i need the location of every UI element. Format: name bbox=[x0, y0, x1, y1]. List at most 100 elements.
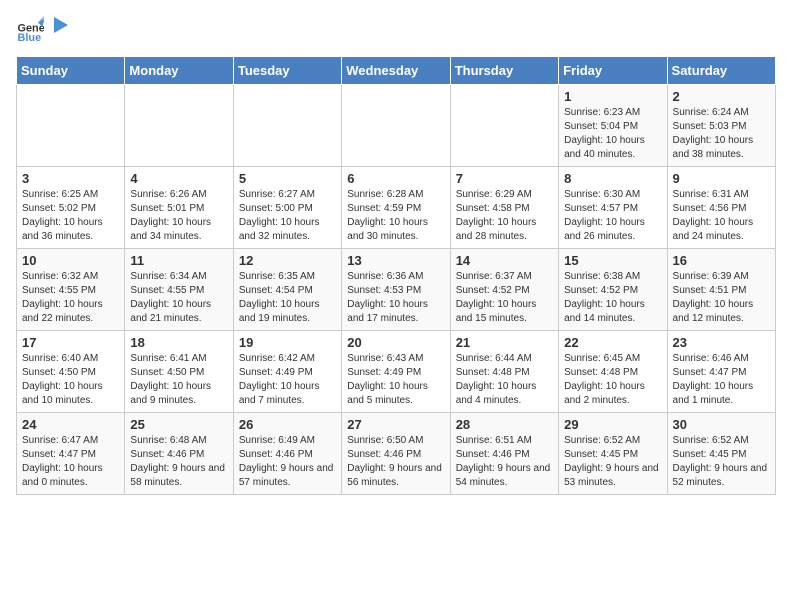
calendar-week-3: 10Sunrise: 6:32 AMSunset: 4:55 PMDayligh… bbox=[17, 249, 776, 331]
logo-icon: General Blue bbox=[16, 16, 44, 44]
day-number: 12 bbox=[239, 253, 336, 268]
calendar-cell: 6 Sunrise: 6:28 AMSunset: 4:59 PMDaylight… bbox=[342, 167, 450, 249]
day-number: 23 bbox=[673, 335, 770, 350]
day-number: 22 bbox=[564, 335, 661, 350]
day-number: 15 bbox=[564, 253, 661, 268]
day-number: 25 bbox=[130, 417, 227, 432]
day-number: 26 bbox=[239, 417, 336, 432]
day-info: Sunrise: 6:30 AMSunset: 4:57 PMDaylight:… bbox=[564, 188, 661, 244]
calendar-cell: 13 Sunrise: 6:36 AMSunset: 4:53 PMDayligh… bbox=[342, 249, 450, 331]
calendar-cell: 30 Sunrise: 6:52 AMSunset: 4:45 PMDayligh… bbox=[667, 413, 775, 495]
calendar-cell: 11 Sunrise: 6:34 AMSunset: 4:55 PMDayligh… bbox=[125, 249, 233, 331]
day-number: 20 bbox=[347, 335, 444, 350]
day-number: 8 bbox=[564, 171, 661, 186]
calendar-cell: 7 Sunrise: 6:29 AMSunset: 4:58 PMDaylight… bbox=[450, 167, 558, 249]
day-info: Sunrise: 6:31 AMSunset: 4:56 PMDaylight:… bbox=[673, 188, 770, 244]
calendar-week-5: 24 Sunrise: 6:47 AMSunset: 4:47 PMDayligh… bbox=[17, 413, 776, 495]
calendar-cell: 15 Sunrise: 6:38 AMSunset: 4:52 PMDayligh… bbox=[559, 249, 667, 331]
calendar-cell: 29 Sunrise: 6:52 AMSunset: 4:45 PMDayligh… bbox=[559, 413, 667, 495]
day-info: Sunrise: 6:24 AMSunset: 5:03 PMDaylight:… bbox=[673, 106, 770, 162]
day-number: 4 bbox=[130, 171, 227, 186]
calendar-cell bbox=[125, 85, 233, 167]
day-info: Sunrise: 6:28 AMSunset: 4:59 PMDaylight:… bbox=[347, 188, 444, 244]
day-info: Sunrise: 6:48 AMSunset: 4:46 PMDaylight:… bbox=[130, 434, 227, 490]
day-info: Sunrise: 6:29 AMSunset: 4:58 PMDaylight:… bbox=[456, 188, 553, 244]
calendar-cell: 24 Sunrise: 6:47 AMSunset: 4:47 PMDayligh… bbox=[17, 413, 125, 495]
calendar-cell: 28Sunrise: 6:51 AMSunset: 4:46 PMDayligh… bbox=[450, 413, 558, 495]
page-header: General Blue bbox=[16, 16, 776, 44]
day-info: Sunrise: 6:41 AMSunset: 4:50 PMDaylight:… bbox=[130, 352, 227, 408]
day-number: 5 bbox=[239, 171, 336, 186]
day-info: Sunrise: 6:37 AMSunset: 4:52 PMDaylight:… bbox=[456, 270, 553, 326]
logo-arrow-icon bbox=[48, 15, 70, 37]
calendar-cell: 9Sunrise: 6:31 AMSunset: 4:56 PMDaylight… bbox=[667, 167, 775, 249]
day-number: 24 bbox=[22, 417, 119, 432]
calendar-cell: 21Sunrise: 6:44 AMSunset: 4:48 PMDayligh… bbox=[450, 331, 558, 413]
calendar-body: 1Sunrise: 6:23 AMSunset: 5:04 PMDaylight… bbox=[17, 85, 776, 495]
calendar-cell: 27 Sunrise: 6:50 AMSunset: 4:46 PMDayligh… bbox=[342, 413, 450, 495]
calendar-cell: 23 Sunrise: 6:46 AMSunset: 4:47 PMDayligh… bbox=[667, 331, 775, 413]
day-number: 7 bbox=[456, 171, 553, 186]
day-info: Sunrise: 6:40 AMSunset: 4:50 PMDaylight:… bbox=[22, 352, 119, 408]
calendar-cell bbox=[17, 85, 125, 167]
day-number: 10 bbox=[22, 253, 119, 268]
calendar-table: SundayMondayTuesdayWednesdayThursdayFrid… bbox=[16, 56, 776, 495]
day-number: 27 bbox=[347, 417, 444, 432]
day-info: Sunrise: 6:39 AMSunset: 4:51 PMDaylight:… bbox=[673, 270, 770, 326]
day-number: 30 bbox=[673, 417, 770, 432]
day-number: 13 bbox=[347, 253, 444, 268]
day-info: Sunrise: 6:38 AMSunset: 4:52 PMDaylight:… bbox=[564, 270, 661, 326]
header-row: SundayMondayTuesdayWednesdayThursdayFrid… bbox=[17, 57, 776, 85]
day-info: Sunrise: 6:34 AMSunset: 4:55 PMDaylight:… bbox=[130, 270, 227, 326]
day-info: Sunrise: 6:36 AMSunset: 4:53 PMDaylight:… bbox=[347, 270, 444, 326]
day-number: 21 bbox=[456, 335, 553, 350]
day-number: 6 bbox=[347, 171, 444, 186]
calendar-cell: 12 Sunrise: 6:35 AMSunset: 4:54 PMDayligh… bbox=[233, 249, 341, 331]
calendar-cell: 20 Sunrise: 6:43 AMSunset: 4:49 PMDayligh… bbox=[342, 331, 450, 413]
calendar-cell: 4Sunrise: 6:26 AMSunset: 5:01 PMDaylight… bbox=[125, 167, 233, 249]
day-info: Sunrise: 6:42 AMSunset: 4:49 PMDaylight:… bbox=[239, 352, 336, 408]
header-day-monday: Monday bbox=[125, 57, 233, 85]
header-day-tuesday: Tuesday bbox=[233, 57, 341, 85]
calendar-cell bbox=[450, 85, 558, 167]
calendar-cell bbox=[342, 85, 450, 167]
day-number: 29 bbox=[564, 417, 661, 432]
calendar-cell: 16 Sunrise: 6:39 AMSunset: 4:51 PMDayligh… bbox=[667, 249, 775, 331]
header-day-friday: Friday bbox=[559, 57, 667, 85]
day-info: Sunrise: 6:52 AMSunset: 4:45 PMDaylight:… bbox=[673, 434, 770, 490]
day-number: 28 bbox=[456, 417, 553, 432]
calendar-cell: 14 Sunrise: 6:37 AMSunset: 4:52 PMDayligh… bbox=[450, 249, 558, 331]
calendar-cell: 18 Sunrise: 6:41 AMSunset: 4:50 PMDayligh… bbox=[125, 331, 233, 413]
calendar-cell: 17 Sunrise: 6:40 AMSunset: 4:50 PMDayligh… bbox=[17, 331, 125, 413]
day-number: 16 bbox=[673, 253, 770, 268]
day-number: 11 bbox=[130, 253, 227, 268]
day-info: Sunrise: 6:25 AMSunset: 5:02 PMDaylight:… bbox=[22, 188, 119, 244]
calendar-cell: 10Sunrise: 6:32 AMSunset: 4:55 PMDayligh… bbox=[17, 249, 125, 331]
day-number: 19 bbox=[239, 335, 336, 350]
day-info: Sunrise: 6:23 AMSunset: 5:04 PMDaylight:… bbox=[564, 106, 661, 162]
day-info: Sunrise: 6:49 AMSunset: 4:46 PMDaylight:… bbox=[239, 434, 336, 490]
header-day-wednesday: Wednesday bbox=[342, 57, 450, 85]
calendar-cell: 22Sunrise: 6:45 AMSunset: 4:48 PMDayligh… bbox=[559, 331, 667, 413]
calendar-cell bbox=[233, 85, 341, 167]
day-info: Sunrise: 6:47 AMSunset: 4:47 PMDaylight:… bbox=[22, 434, 119, 490]
day-info: Sunrise: 6:35 AMSunset: 4:54 PMDaylight:… bbox=[239, 270, 336, 326]
calendar-cell: 26 Sunrise: 6:49 AMSunset: 4:46 PMDayligh… bbox=[233, 413, 341, 495]
header-day-saturday: Saturday bbox=[667, 57, 775, 85]
calendar-week-2: 3 Sunrise: 6:25 AMSunset: 5:02 PMDaylight… bbox=[17, 167, 776, 249]
day-info: Sunrise: 6:43 AMSunset: 4:49 PMDaylight:… bbox=[347, 352, 444, 408]
day-info: Sunrise: 6:52 AMSunset: 4:45 PMDaylight:… bbox=[564, 434, 661, 490]
day-number: 14 bbox=[456, 253, 553, 268]
calendar-cell: 2Sunrise: 6:24 AMSunset: 5:03 PMDaylight… bbox=[667, 85, 775, 167]
day-number: 3 bbox=[22, 171, 119, 186]
calendar-cell: 25 Sunrise: 6:48 AMSunset: 4:46 PMDayligh… bbox=[125, 413, 233, 495]
day-number: 17 bbox=[22, 335, 119, 350]
calendar-cell: 19 Sunrise: 6:42 AMSunset: 4:49 PMDayligh… bbox=[233, 331, 341, 413]
day-info: Sunrise: 6:27 AMSunset: 5:00 PMDaylight:… bbox=[239, 188, 336, 244]
day-number: 18 bbox=[130, 335, 227, 350]
day-info: Sunrise: 6:46 AMSunset: 4:47 PMDaylight:… bbox=[673, 352, 770, 408]
calendar-cell: 5 Sunrise: 6:27 AMSunset: 5:00 PMDaylight… bbox=[233, 167, 341, 249]
calendar-cell: 3 Sunrise: 6:25 AMSunset: 5:02 PMDaylight… bbox=[17, 167, 125, 249]
logo: General Blue bbox=[16, 16, 70, 44]
day-info: Sunrise: 6:50 AMSunset: 4:46 PMDaylight:… bbox=[347, 434, 444, 490]
